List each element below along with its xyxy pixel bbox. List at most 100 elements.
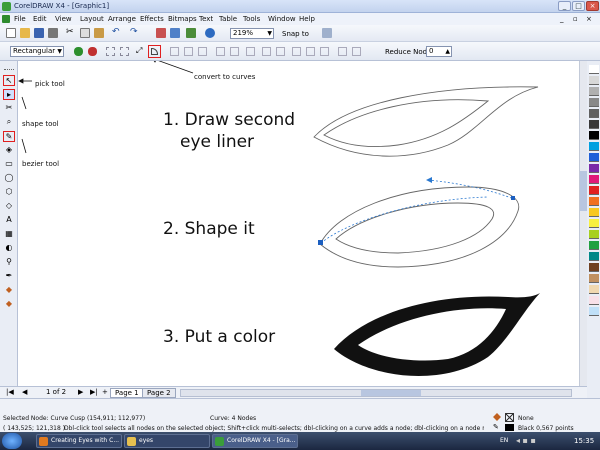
extract-subpath-icon[interactable]: [246, 47, 255, 56]
basic-shapes-tool-icon[interactable]: ◇: [3, 201, 15, 212]
palette-swatch[interactable]: [589, 285, 599, 294]
doc-close-icon[interactable]: ×: [586, 15, 592, 23]
palette-swatch[interactable]: [589, 120, 599, 129]
language-indicator[interactable]: EN: [500, 437, 508, 444]
doc-minimize-icon[interactable]: _: [560, 15, 564, 23]
extend-curve-icon[interactable]: [230, 47, 239, 56]
paste-icon[interactable]: [94, 28, 104, 38]
undo-icon[interactable]: ↶: [112, 28, 122, 38]
menu-help[interactable]: Help: [299, 15, 315, 23]
palette-swatch[interactable]: [589, 208, 599, 217]
menu-bitmaps[interactable]: Bitmaps: [168, 15, 197, 23]
cusp-node-icon[interactable]: [170, 47, 179, 56]
drawing-canvas[interactable]: pick tool shape tool bezier tool convert…: [18, 61, 587, 386]
convert-to-line-icon[interactable]: ⤢: [136, 47, 145, 56]
tray-icons[interactable]: ◂ ▪ ▪: [516, 436, 536, 445]
reverse-direction-icon[interactable]: [216, 47, 225, 56]
align-nodes-icon[interactable]: [292, 47, 301, 56]
shape-tool[interactable]: ▸: [3, 89, 15, 100]
reflect-horizontal-icon[interactable]: [306, 47, 315, 56]
palette-swatch[interactable]: [589, 230, 599, 239]
palette-swatch[interactable]: [589, 307, 599, 316]
ellipse-tool-icon[interactable]: ◯: [3, 173, 15, 184]
palette-swatch[interactable]: [589, 274, 599, 283]
zoom-tool-icon[interactable]: ⌕: [3, 117, 15, 128]
palette-swatch[interactable]: [589, 219, 599, 228]
menu-edit[interactable]: Edit: [33, 15, 47, 23]
convert-to-curves-button[interactable]: [148, 45, 161, 58]
reflect-vertical-icon[interactable]: [320, 47, 329, 56]
palette-swatch[interactable]: [589, 197, 599, 206]
first-page-icon[interactable]: |◀: [6, 388, 14, 396]
menu-tools[interactable]: Tools: [243, 15, 260, 23]
redo-icon[interactable]: ↷: [130, 28, 140, 38]
palette-swatch[interactable]: [589, 153, 599, 162]
selected-node[interactable]: [318, 240, 323, 245]
palette-swatch[interactable]: [589, 296, 599, 305]
vertical-scrollbar[interactable]: [579, 61, 587, 386]
menu-effects[interactable]: Effects: [140, 15, 164, 23]
add-page-icon[interactable]: +: [102, 388, 108, 396]
crop-tool-icon[interactable]: ✂: [3, 103, 15, 114]
menu-view[interactable]: View: [55, 15, 72, 23]
palette-swatch[interactable]: [589, 142, 599, 151]
new-document-icon[interactable]: [6, 28, 16, 38]
palette-swatch[interactable]: [589, 87, 599, 96]
last-page-icon[interactable]: ▶|: [90, 388, 98, 396]
eyedropper-tool-icon[interactable]: ⚲: [3, 257, 15, 268]
palette-swatch[interactable]: [589, 252, 599, 261]
menu-arrange[interactable]: Arrange: [108, 15, 136, 23]
task-eyes-folder[interactable]: eyes: [124, 434, 210, 448]
next-page-icon[interactable]: ▶: [78, 388, 83, 396]
tab-page-1[interactable]: Page 1: [110, 388, 144, 398]
rotate-nodes-icon[interactable]: [276, 47, 285, 56]
palette-swatch[interactable]: [589, 76, 599, 85]
text-tool-icon[interactable]: A: [3, 215, 15, 226]
join-nodes-icon[interactable]: [106, 47, 115, 56]
break-curve-icon[interactable]: [120, 47, 129, 56]
horizontal-scrollbar-thumb[interactable]: [361, 390, 421, 396]
curve-node[interactable]: [511, 196, 515, 200]
interactive-blend-tool-icon[interactable]: ◐: [3, 243, 15, 254]
print-icon[interactable]: [48, 28, 58, 38]
stretch-nodes-icon[interactable]: [262, 47, 271, 56]
pick-tool[interactable]: ↖: [3, 75, 15, 86]
previous-page-icon[interactable]: ◀: [22, 388, 27, 396]
elastic-mode-icon[interactable]: [338, 47, 347, 56]
palette-swatch[interactable]: [589, 65, 599, 74]
menu-table[interactable]: Table: [219, 15, 237, 23]
close-icon[interactable]: ×: [586, 1, 599, 11]
fill-tool-icon[interactable]: ◆: [3, 285, 15, 296]
polygon-tool-icon[interactable]: ⬡: [3, 187, 15, 198]
menu-window[interactable]: Window: [268, 15, 296, 23]
palette-swatch[interactable]: [589, 241, 599, 250]
cut-icon[interactable]: ✂: [66, 28, 76, 38]
palette-swatch[interactable]: [589, 131, 599, 140]
delete-node-icon[interactable]: [88, 47, 97, 56]
welcome-screen-icon[interactable]: [205, 28, 215, 38]
menu-layout[interactable]: Layout: [80, 15, 104, 23]
symmetrical-node-icon[interactable]: [198, 47, 207, 56]
zoom-level-select[interactable]: 219% ▼: [230, 28, 274, 39]
palette-swatch[interactable]: [589, 186, 599, 195]
vertical-scrollbar-thumb[interactable]: [580, 171, 587, 211]
smart-fill-tool-icon[interactable]: ◈: [3, 145, 15, 156]
save-icon[interactable]: [34, 28, 44, 38]
doc-restore-icon[interactable]: ▫: [573, 15, 578, 23]
application-launcher-icon[interactable]: [186, 28, 196, 38]
node-selection-mode-select[interactable]: Rectangular ▼: [10, 46, 64, 57]
snap-to-button[interactable]: Snap to: [282, 30, 309, 38]
smooth-node-icon[interactable]: [184, 47, 193, 56]
palette-swatch[interactable]: [589, 109, 599, 118]
outline-tool-icon[interactable]: ✒: [3, 271, 15, 282]
export-icon[interactable]: [170, 28, 180, 38]
bezier-tool[interactable]: ✎: [3, 131, 15, 142]
maximize-icon[interactable]: □: [572, 1, 585, 11]
options-icon[interactable]: [322, 28, 332, 38]
tab-page-2[interactable]: Page 2: [142, 388, 176, 398]
palette-swatch[interactable]: [589, 263, 599, 272]
copy-icon[interactable]: [80, 28, 90, 38]
interactive-fill-tool-icon[interactable]: ◆: [3, 299, 15, 310]
horizontal-scrollbar[interactable]: [180, 389, 572, 397]
task-coreldraw[interactable]: CorelDRAW X4 - [Gra...: [212, 434, 298, 448]
